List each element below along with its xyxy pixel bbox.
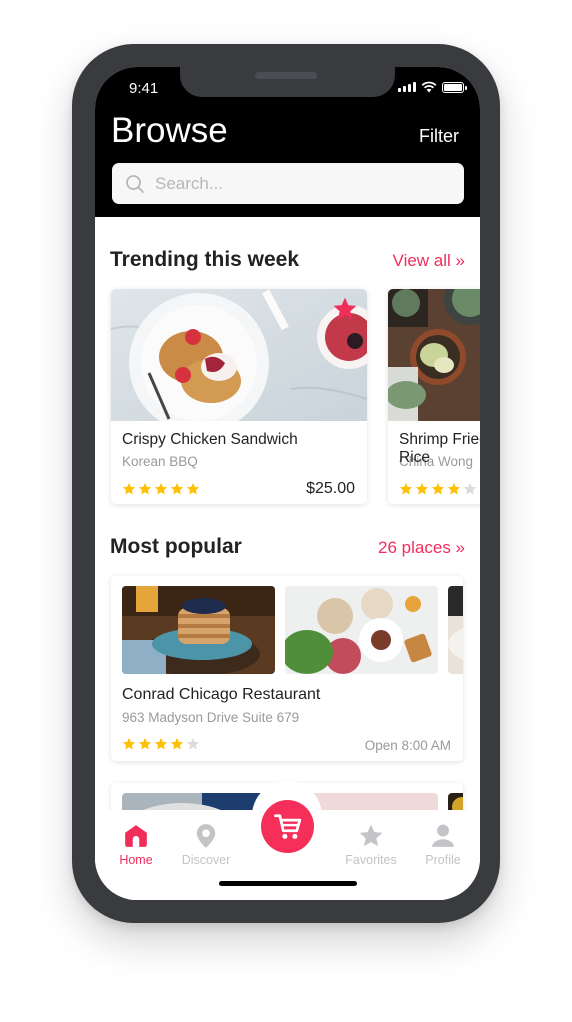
restaurant-image xyxy=(285,586,438,674)
star-filled-icon xyxy=(170,737,184,750)
tab-label: Profile xyxy=(425,853,461,867)
food-image xyxy=(111,289,367,421)
restaurant-image xyxy=(448,586,463,674)
speaker xyxy=(255,72,317,79)
rating-stars xyxy=(122,737,200,751)
page-title: Browse xyxy=(111,111,228,150)
restaurant-address: 963 Madyson Drive Suite 679 xyxy=(122,710,300,725)
star-filled-icon xyxy=(122,737,136,750)
popular-title: Most popular xyxy=(110,535,242,558)
star-filled-icon xyxy=(138,482,152,495)
star-empty-icon xyxy=(463,482,477,495)
star-icon xyxy=(359,824,383,847)
tab-favorites[interactable]: Favorites xyxy=(336,810,406,867)
food-image xyxy=(388,289,480,421)
tab-label: Home xyxy=(119,853,153,867)
opening-hours: Open 8:00 AM xyxy=(364,738,451,753)
item-name: Crispy Chicken Sandwich xyxy=(122,431,298,448)
rating-stars xyxy=(399,482,477,496)
star-filled-icon xyxy=(154,737,168,750)
item-price: $25.00 xyxy=(306,480,355,497)
screen: 9:41 Browse Filter Search... Trending th… xyxy=(95,67,480,900)
tab-profile[interactable]: Profile xyxy=(408,810,478,867)
user-icon xyxy=(432,824,454,847)
popular-header: Most popular 26 places » xyxy=(110,535,465,559)
home-icon xyxy=(125,825,147,847)
star-filled-icon xyxy=(186,482,200,495)
star-filled-icon xyxy=(138,737,152,750)
trending-title: Trending this week xyxy=(110,248,300,271)
trending-header: Trending this week View all » xyxy=(110,248,465,272)
wifi-icon xyxy=(421,81,437,93)
battery-icon xyxy=(442,81,467,93)
signal-icon xyxy=(398,82,416,92)
item-restaurant: Korean BBQ xyxy=(122,454,198,469)
places-link[interactable]: 26 places » xyxy=(378,538,465,558)
star-empty-icon xyxy=(186,737,200,750)
tab-discover[interactable]: Discover xyxy=(171,810,241,867)
restaurant-image xyxy=(122,586,275,674)
status-time: 9:41 xyxy=(129,80,159,97)
search-bar[interactable] xyxy=(112,163,464,204)
star-filled-icon xyxy=(122,482,136,495)
home-indicator xyxy=(219,881,357,886)
search-icon xyxy=(126,174,144,193)
star-filled-icon xyxy=(431,482,445,495)
cart-button[interactable] xyxy=(261,800,314,853)
star-filled-icon xyxy=(170,482,184,495)
rating-stars xyxy=(122,482,200,496)
view-all-link[interactable]: View all » xyxy=(393,251,465,271)
favorite-star-icon[interactable] xyxy=(332,296,358,322)
star-filled-icon xyxy=(447,482,461,495)
star-filled-icon xyxy=(415,482,429,495)
location-pin-icon xyxy=(196,824,216,848)
tab-home[interactable]: Home xyxy=(101,810,171,867)
phone-frame: 9:41 Browse Filter Search... Trending th… xyxy=(72,44,500,923)
tab-label: Discover xyxy=(181,853,231,867)
star-filled-icon xyxy=(399,482,413,495)
trending-card[interactable]: Crispy Chicken Sandwich Korean BBQ $25.0… xyxy=(111,289,367,504)
trending-card[interactable]: Shrimp Fried Rice China Wong xyxy=(388,289,480,504)
restaurant-card[interactable]: Conrad Chicago Restaurant 963 Madyson Dr… xyxy=(111,576,463,761)
filter-button[interactable]: Filter xyxy=(419,126,459,147)
search-input[interactable] xyxy=(155,173,455,194)
status-icons xyxy=(398,81,467,93)
star-filled-icon xyxy=(154,482,168,495)
item-name: Shrimp Fried Rice xyxy=(399,431,480,466)
cart-icon xyxy=(273,813,301,839)
restaurant-name: Conrad Chicago Restaurant xyxy=(122,686,321,703)
tab-label: Favorites xyxy=(345,853,397,867)
